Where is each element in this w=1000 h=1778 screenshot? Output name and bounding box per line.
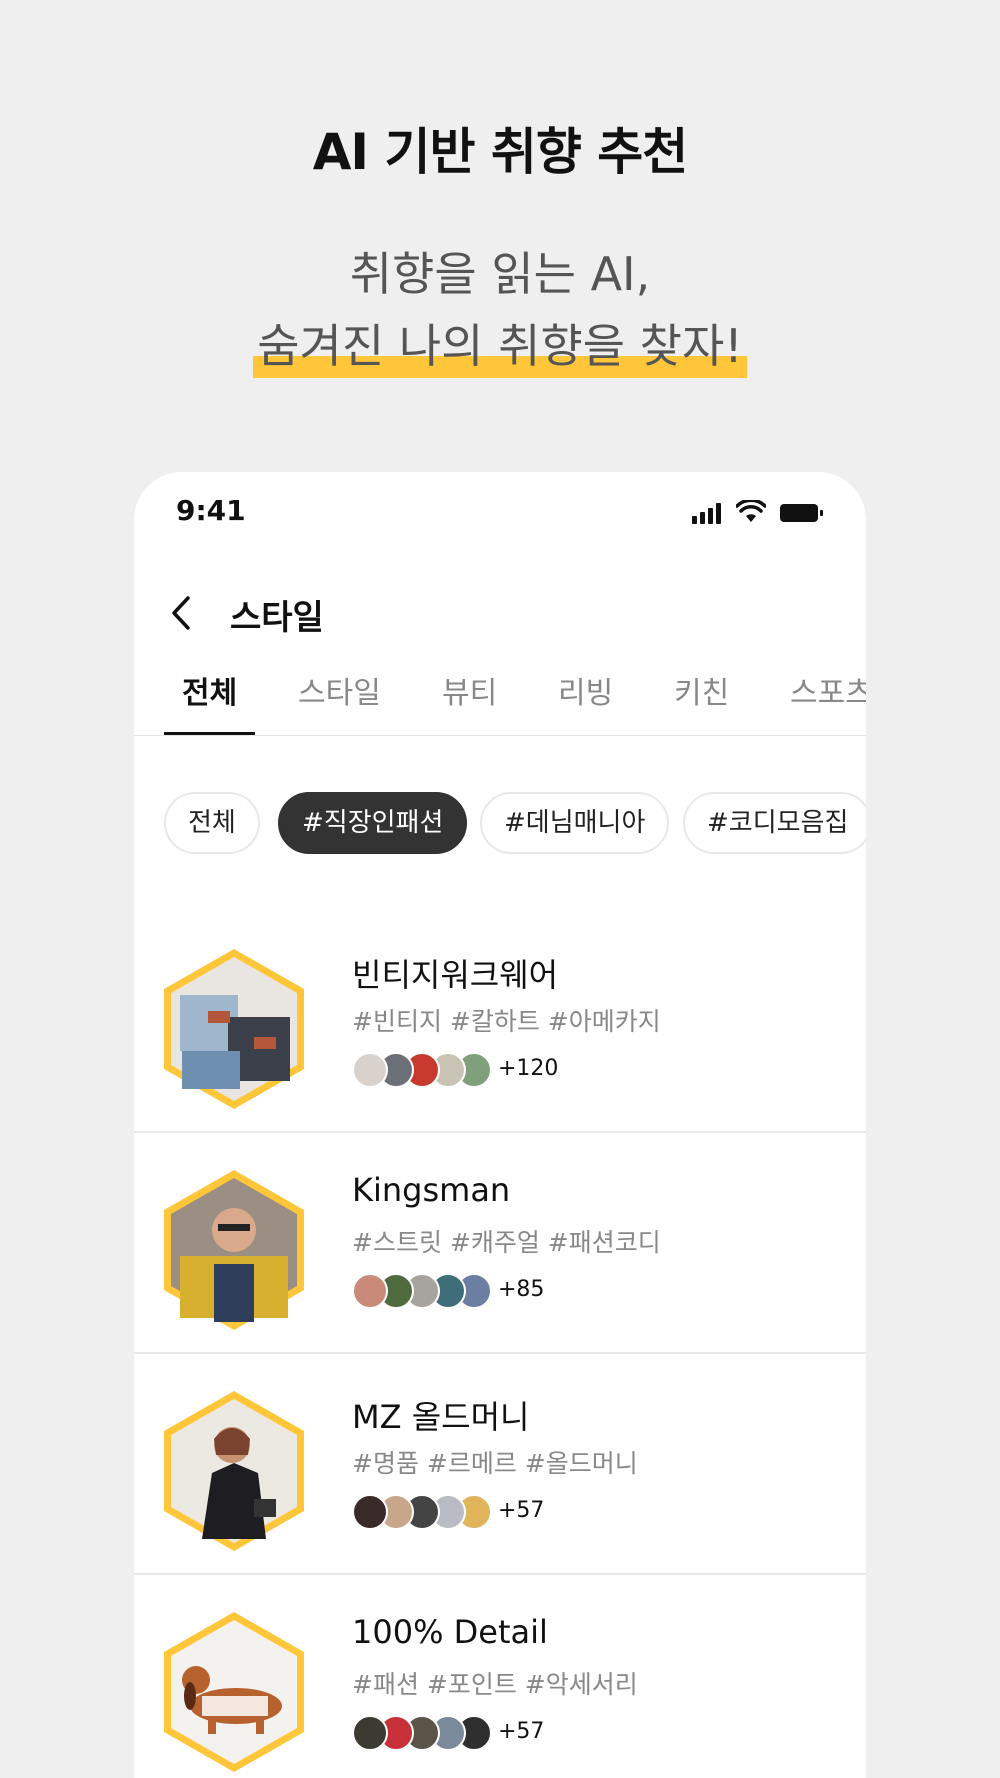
group-tags: #빈티지 #칼하트 #아메카지 [352, 1007, 661, 1036]
group-tags: #스트릿 #캐주얼 #패션코디 [352, 1228, 661, 1257]
tab-beauty[interactable]: 뷰티 [442, 662, 497, 735]
tab-sports[interactable]: 스포츠 [790, 662, 866, 735]
promo-title: AI 기반 취향 추천 [312, 123, 689, 181]
group-tags: #명품 #르메르 #올드머니 [352, 1449, 638, 1478]
app-header: 스타일 [134, 562, 866, 662]
promo-subtitle: 취향을 읽는 AI, 숨겨진 나의 취향을 찾자! [0, 238, 1000, 382]
list-item[interactable]: MZ 올드머니 #명품 #르메르 #올드머니 +57 [134, 1354, 866, 1575]
phone-screen: 9:41 스타일 전체 스타일 뷰티 리빙 키친 스포츠 전체 #직장인패션 #… [134, 472, 866, 1778]
list-item[interactable]: Kingsman #스트릿 #캐주얼 #패션코디 +85 [134, 1133, 866, 1354]
member-avatar [352, 1494, 388, 1530]
group-tags: #패션 #포인트 #악세서리 [352, 1670, 638, 1699]
member-avatar [352, 1715, 388, 1751]
status-bar: 9:41 [134, 472, 866, 552]
promo-subtitle-line2: 숨겨진 나의 취향을 찾자! [253, 310, 747, 382]
style-group-list: 빈티지워크웨어 #빈티지 #칼하트 #아메카지 +120 Kingsman #스… [134, 912, 866, 1778]
member-count: +57 [498, 1719, 545, 1744]
wifi-icon [736, 500, 766, 522]
list-item[interactable]: 100% Detail #패션 #포인트 #악세서리 +57 [134, 1575, 866, 1778]
group-title: 100% Detail [352, 1613, 548, 1651]
tab-living[interactable]: 리빙 [558, 662, 613, 735]
member-count: +120 [498, 1056, 559, 1081]
group-title: Kingsman [352, 1171, 511, 1209]
category-tabs: 전체 스타일 뷰티 리빙 키친 스포츠 [134, 662, 866, 736]
battery-icon [780, 504, 823, 522]
chip-denim-mania[interactable]: #데님매니아 [480, 792, 670, 854]
page-title: 스타일 [230, 598, 324, 638]
group-thumbnail [164, 1391, 304, 1551]
signal-icon [692, 503, 721, 524]
status-icons [684, 498, 834, 528]
group-title: 빈티지워크웨어 [352, 956, 559, 994]
member-count: +57 [498, 1498, 545, 1523]
tab-all[interactable]: 전체 [163, 662, 256, 735]
member-avatar [352, 1052, 388, 1088]
group-thumbnail [164, 949, 304, 1109]
chip-all[interactable]: 전체 [164, 792, 260, 854]
group-title: MZ 올드머니 [352, 1398, 530, 1436]
chip-coordi-collection[interactable]: #코디모음집 [683, 792, 866, 854]
status-time: 9:41 [176, 494, 246, 527]
hashtag-chips: 전체 #직장인패션 #데님매니아 #코디모음집 [134, 792, 866, 856]
back-button[interactable] [156, 582, 212, 642]
member-avatar [352, 1273, 388, 1309]
back-arrow-icon [172, 596, 190, 630]
group-thumbnail [164, 1612, 304, 1772]
group-thumbnail [164, 1170, 304, 1330]
member-count: +85 [498, 1277, 545, 1302]
chip-office-fashion[interactable]: #직장인패션 [278, 792, 468, 854]
list-item[interactable]: 빈티지워크웨어 #빈티지 #칼하트 #아메카지 +120 [134, 912, 866, 1133]
tab-kitchen[interactable]: 키친 [674, 662, 729, 735]
promo-subtitle-line1: 취향을 읽는 AI, [349, 247, 651, 301]
tab-style[interactable]: 스타일 [298, 662, 381, 735]
